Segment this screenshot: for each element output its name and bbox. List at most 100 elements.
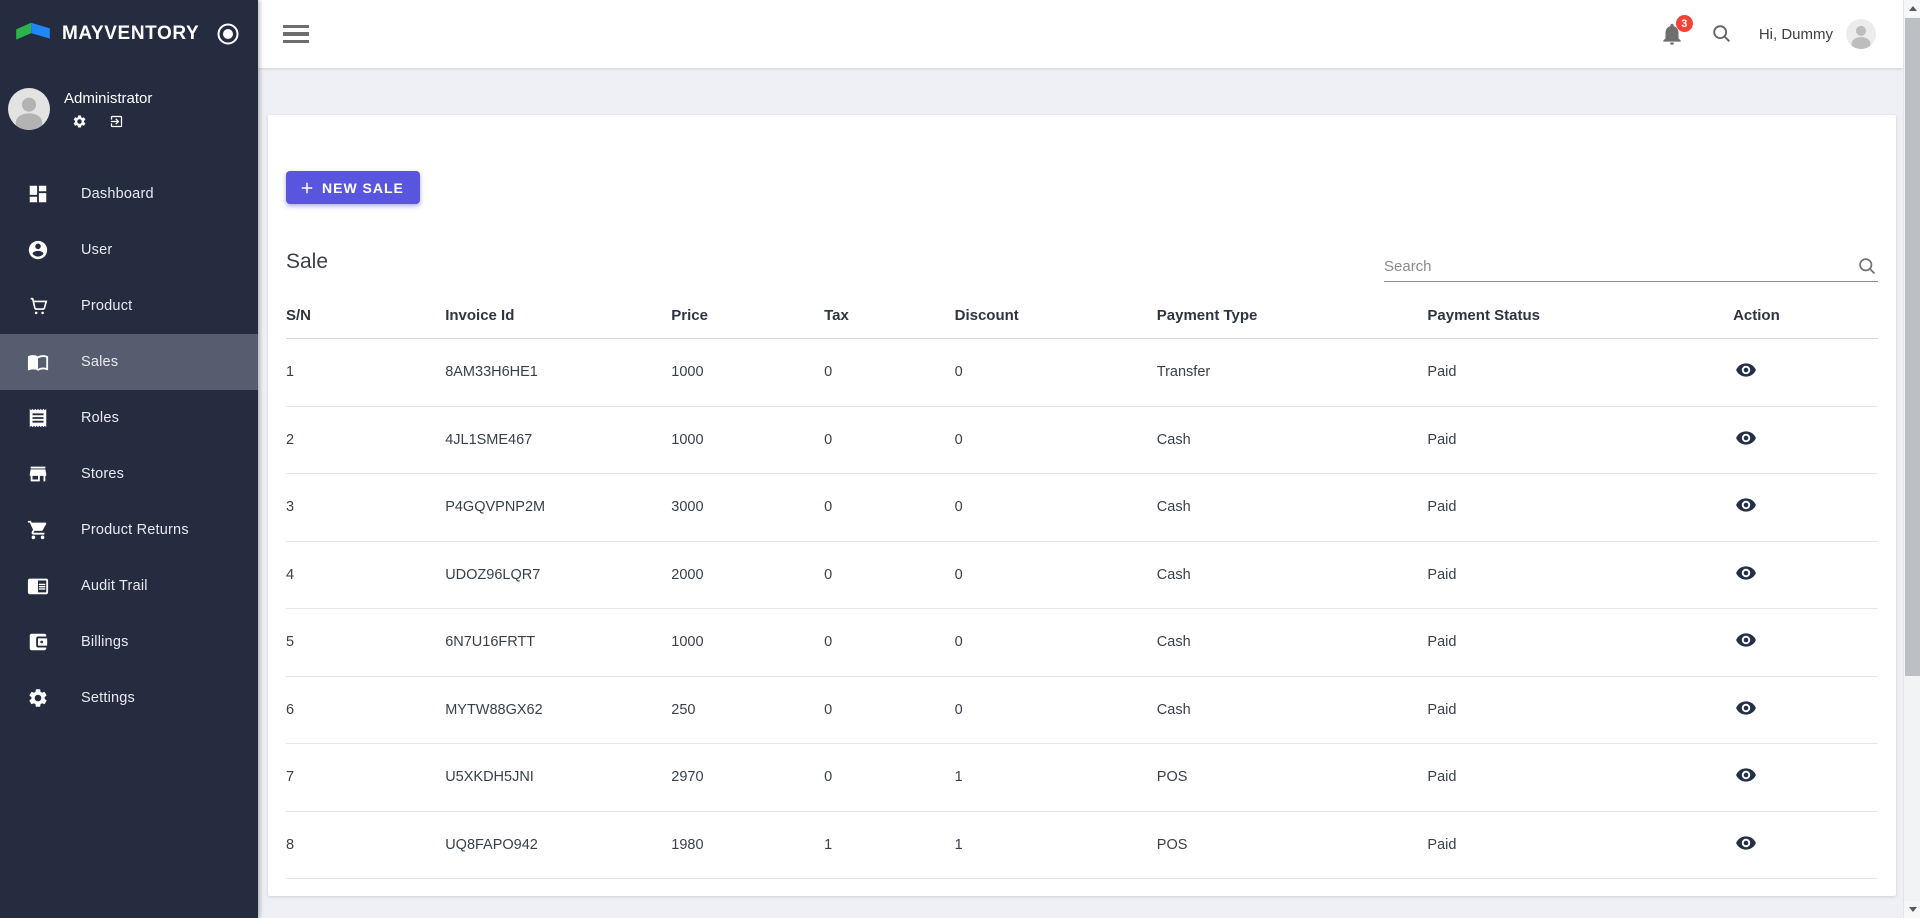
receipt-icon <box>27 407 49 429</box>
sidebar-item-product[interactable]: Product <box>0 278 258 334</box>
view-sale-button[interactable] <box>1735 562 1757 584</box>
content-area: NEW SALE Sale <box>258 68 1903 918</box>
sales-card: NEW SALE Sale <box>268 115 1896 896</box>
user-greeting: Hi, Dummy <box>1759 26 1833 43</box>
avatar[interactable] <box>1846 19 1876 49</box>
cell-action <box>1733 541 1878 609</box>
view-sale-button[interactable] <box>1735 359 1757 381</box>
cell-discount: 1 <box>955 744 1157 812</box>
sidebar-item-settings[interactable]: Settings <box>0 670 258 726</box>
sidebar-item-billings[interactable]: Billings <box>0 614 258 670</box>
cell-invoice-id: UDOZ96LQR7 <box>445 541 671 609</box>
cell-action <box>1733 339 1878 407</box>
notifications-button[interactable]: 3 <box>1659 21 1685 47</box>
sidebar-item-audit-trail[interactable]: Audit Trail <box>0 558 258 614</box>
cart-filled-icon <box>27 519 49 541</box>
cell-sn: 4 <box>286 541 445 609</box>
table-row: 6 MYTW88GX62 250 0 0 Cash Paid <box>286 676 1878 744</box>
col-discount: Discount <box>955 299 1157 339</box>
sidebar-item-dashboard[interactable]: Dashboard <box>0 166 258 222</box>
eye-icon <box>1735 697 1757 719</box>
cell-action <box>1733 676 1878 744</box>
user-panel: Administrator <box>0 68 258 156</box>
cell-payment-status: Paid <box>1427 541 1733 609</box>
cell-tax: 0 <box>824 406 955 474</box>
cell-payment-type: POS <box>1157 811 1428 879</box>
sidebar-collapse-toggle-icon[interactable] <box>216 22 240 46</box>
cell-payment-type: Cash <box>1157 406 1428 474</box>
eye-icon <box>1735 427 1757 449</box>
table-search <box>1384 256 1878 282</box>
scrollbar-thumb[interactable] <box>1905 18 1920 676</box>
notification-badge: 3 <box>1676 15 1693 32</box>
col-payment-status: Payment Status <box>1427 299 1733 339</box>
user-icon <box>27 239 49 261</box>
logout-icon[interactable] <box>109 114 124 129</box>
cell-invoice-id: 6N7U16FRTT <box>445 609 671 677</box>
col-tax: Tax <box>824 299 955 339</box>
cell-payment-status: Paid <box>1427 609 1733 677</box>
search-input[interactable] <box>1384 258 1857 275</box>
cell-payment-type: POS <box>1157 744 1428 812</box>
eye-icon <box>1735 359 1757 381</box>
cell-discount: 0 <box>955 609 1157 677</box>
table-row: 5 6N7U16FRTT 1000 0 0 Cash Paid <box>286 609 1878 677</box>
cell-payment-type: Transfer <box>1157 339 1428 407</box>
cell-payment-type: Cash <box>1157 676 1428 744</box>
col-payment-type: Payment Type <box>1157 299 1428 339</box>
table-header-row: S/N Invoice Id Price Tax Discount Paymen… <box>286 299 1878 339</box>
cell-tax: 0 <box>824 609 955 677</box>
cell-action <box>1733 609 1878 677</box>
view-sale-button[interactable] <box>1735 764 1757 786</box>
page-title: Sale <box>286 250 328 282</box>
cell-price: 3000 <box>671 474 824 542</box>
view-sale-button[interactable] <box>1735 427 1757 449</box>
sales-table: S/N Invoice Id Price Tax Discount Paymen… <box>286 299 1878 879</box>
cell-sn: 7 <box>286 744 445 812</box>
open-book-icon <box>27 351 49 373</box>
cell-payment-type: Cash <box>1157 541 1428 609</box>
sidebar-item-product-returns[interactable]: Product Returns <box>0 502 258 558</box>
scroll-down-button[interactable] <box>1904 901 1920 918</box>
col-action: Action <box>1733 299 1878 339</box>
search-icon[interactable] <box>1711 23 1733 45</box>
cell-sn: 8 <box>286 811 445 879</box>
view-sale-button[interactable] <box>1735 697 1757 719</box>
cell-payment-status: Paid <box>1427 474 1733 542</box>
cell-discount: 0 <box>955 676 1157 744</box>
cell-discount: 0 <box>955 541 1157 609</box>
scroll-up-button[interactable] <box>1904 0 1920 17</box>
cart-outline-icon <box>27 295 49 317</box>
view-sale-button[interactable] <box>1735 832 1757 854</box>
cell-price: 1000 <box>671 609 824 677</box>
sidebar-item-stores[interactable]: Stores <box>0 446 258 502</box>
search-icon[interactable] <box>1857 256 1878 277</box>
cell-action <box>1733 811 1878 879</box>
table-row: 7 U5XKDH5JNI 2970 0 1 POS Paid <box>286 744 1878 812</box>
cell-price: 250 <box>671 676 824 744</box>
gear-icon[interactable] <box>72 114 87 129</box>
menu-icon[interactable] <box>283 25 309 44</box>
view-sale-button[interactable] <box>1735 494 1757 516</box>
sidebar: MAYVENTORY Administrator <box>0 0 258 918</box>
cell-payment-status: Paid <box>1427 406 1733 474</box>
cell-discount: 0 <box>955 406 1157 474</box>
cell-action <box>1733 744 1878 812</box>
user-role-label: Administrator <box>64 90 152 107</box>
sidebar-item-roles[interactable]: Roles <box>0 390 258 446</box>
new-sale-button[interactable]: NEW SALE <box>286 171 420 204</box>
cell-action <box>1733 474 1878 542</box>
avatar <box>8 88 50 130</box>
store-icon <box>27 463 49 485</box>
cell-sn: 1 <box>286 339 445 407</box>
cell-invoice-id: UQ8FAPO942 <box>445 811 671 879</box>
view-sale-button[interactable] <box>1735 629 1757 651</box>
cell-payment-status: Paid <box>1427 676 1733 744</box>
cell-discount: 0 <box>955 339 1157 407</box>
eye-icon <box>1735 562 1757 584</box>
main-column: 3 Hi, Dummy NEW SALE <box>258 0 1920 918</box>
sidebar-item-sales[interactable]: Sales <box>0 334 258 390</box>
reader-icon <box>27 575 49 597</box>
vertical-scrollbar[interactable] <box>1903 0 1920 918</box>
sidebar-item-user[interactable]: User <box>0 222 258 278</box>
